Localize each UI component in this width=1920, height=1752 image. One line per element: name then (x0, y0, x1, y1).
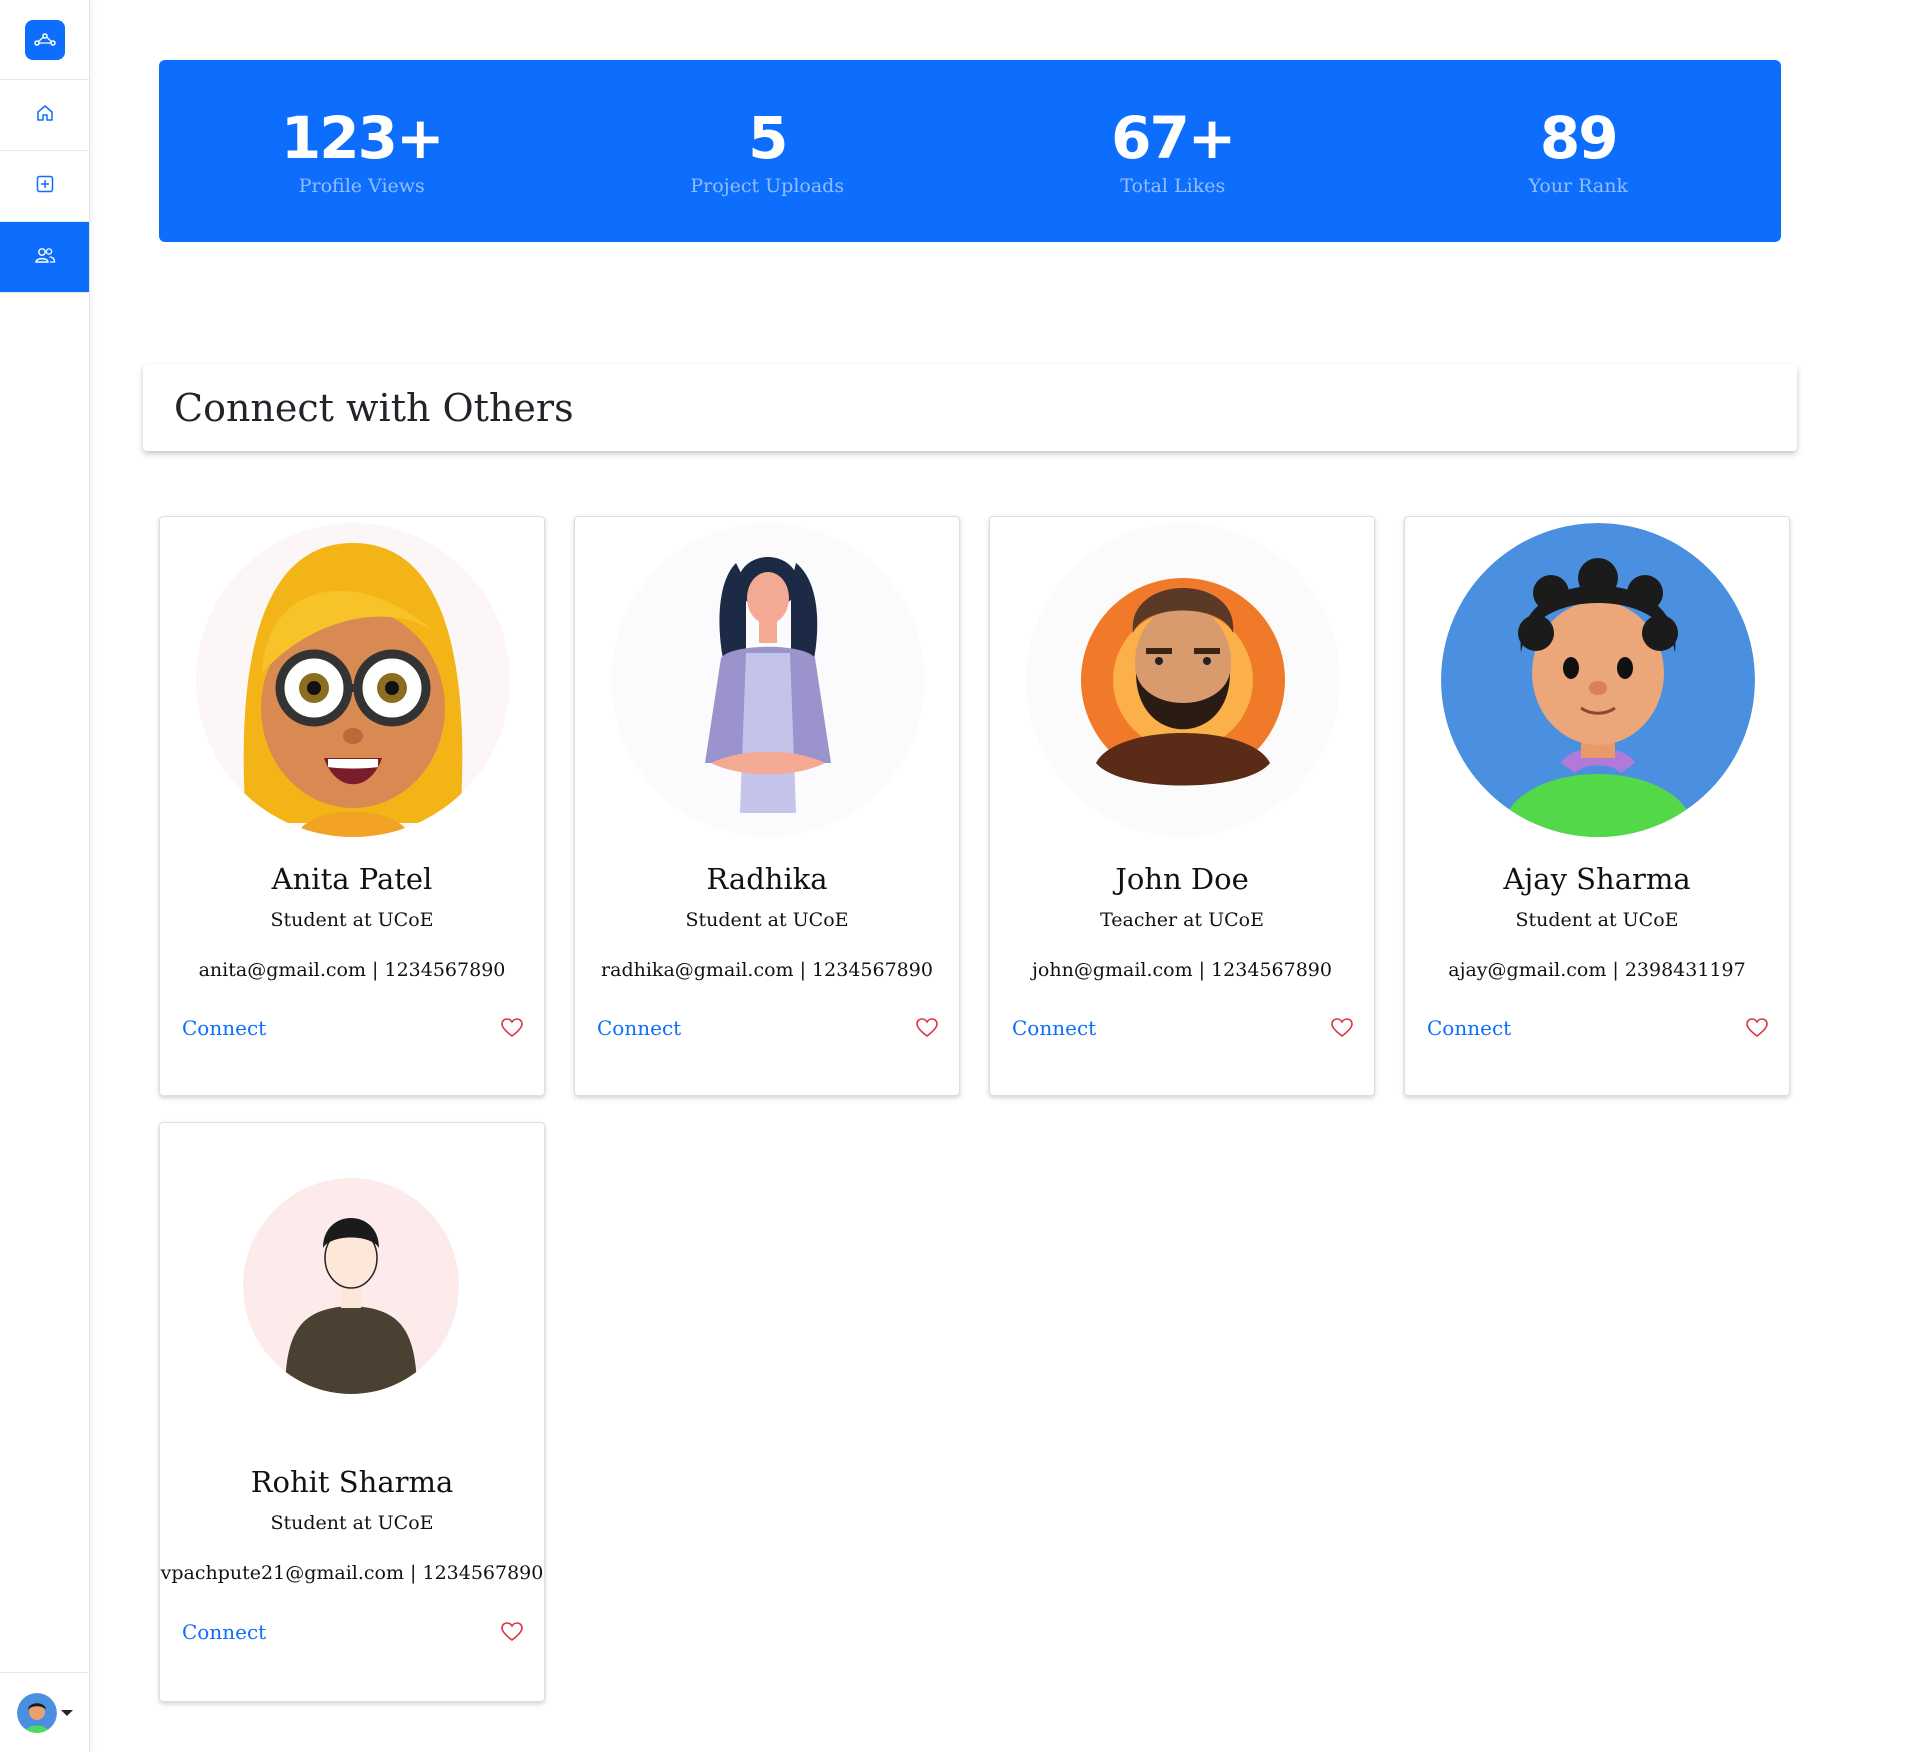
section-header: Connect with Others (143, 364, 1797, 451)
profile-name: Ajay Sharma (1503, 862, 1691, 896)
stat-profile-views: 123+ Profile Views (159, 60, 565, 242)
page-title: Connect with Others (174, 385, 574, 430)
profile-contact: radhika@gmail.com | 1234567890 (601, 959, 933, 981)
connect-link[interactable]: Connect (182, 1016, 266, 1040)
avatar (611, 523, 925, 837)
stat-total-likes: 67+ Total Likes (970, 60, 1376, 242)
plus-square-icon (35, 174, 55, 198)
profile-contact: vpachpute21@gmail.com | 1234567890 (160, 1562, 544, 1584)
stat-value: 67+ (1111, 104, 1236, 172)
connect-link[interactable]: Connect (1427, 1016, 1511, 1040)
profile-role: Student at UCoE (685, 909, 849, 931)
sidebar (0, 0, 90, 1752)
heart-icon[interactable] (1745, 1016, 1769, 1040)
avatar (196, 523, 510, 837)
stat-label: Project Uploads (690, 175, 845, 197)
profile-card: Ajay Sharma Student at UCoE ajay@gmail.c… (1404, 516, 1790, 1096)
profile-name: Rohit Sharma (250, 1465, 454, 1499)
stat-your-rank: 89 Your Rank (1376, 60, 1782, 242)
avatar[interactable] (17, 1692, 57, 1733)
connect-link[interactable]: Connect (182, 1620, 266, 1644)
profile-contact: john@gmail.com | 1234567890 (1032, 959, 1332, 981)
stat-value: 123+ (280, 104, 445, 172)
profile-role: Student at UCoE (1515, 909, 1679, 931)
connect-link[interactable]: Connect (597, 1016, 681, 1040)
stat-label: Your Rank (1528, 175, 1628, 197)
sidebar-item-home[interactable] (0, 80, 89, 151)
caret-down-icon[interactable] (61, 1709, 73, 1716)
profile-role: Student at UCoE (270, 909, 434, 931)
heart-icon[interactable] (500, 1016, 524, 1040)
avatar (1441, 523, 1755, 837)
stat-value: 5 (748, 104, 788, 172)
heart-icon[interactable] (500, 1620, 524, 1644)
profile-contact: ajay@gmail.com | 2398431197 (1448, 959, 1746, 981)
connect-link[interactable]: Connect (1012, 1016, 1096, 1040)
stats-banner: 123+ Profile Views 5 Project Uploads 67+… (159, 60, 1781, 242)
home-icon (35, 103, 55, 127)
profile-name: Radhika (706, 862, 828, 896)
profile-name: John Doe (1115, 862, 1249, 896)
heart-icon[interactable] (1330, 1016, 1354, 1040)
profile-card: Radhika Student at UCoE radhika@gmail.co… (574, 516, 960, 1096)
stat-label: Total Likes (1120, 175, 1226, 197)
sidebar-item-connect[interactable] (0, 222, 89, 293)
profile-card: John Doe Teacher at UCoE john@gmail.com … (989, 516, 1375, 1096)
stat-project-uploads: 5 Project Uploads (565, 60, 971, 242)
profile-name: Anita Patel (271, 862, 433, 896)
people-icon (34, 245, 56, 269)
stat-value: 89 (1539, 104, 1619, 172)
sidebar-item-add-project[interactable] (0, 151, 89, 222)
profile-card: Anita Patel Student at UCoE anita@gmail.… (159, 516, 545, 1096)
profile-contact: anita@gmail.com | 1234567890 (198, 959, 506, 981)
profile-role: Student at UCoE (270, 1512, 434, 1534)
user-menu[interactable] (0, 1672, 90, 1752)
heart-icon[interactable] (915, 1016, 939, 1040)
profile-card: Rohit Sharma Student at UCoE vpachpute21… (159, 1122, 545, 1702)
share-nodes-icon[interactable] (24, 19, 65, 60)
avatar (1026, 523, 1340, 837)
brand (0, 0, 89, 80)
stat-label: Profile Views (298, 175, 425, 197)
profile-role: Teacher at UCoE (1100, 909, 1264, 931)
avatar (243, 1178, 459, 1394)
